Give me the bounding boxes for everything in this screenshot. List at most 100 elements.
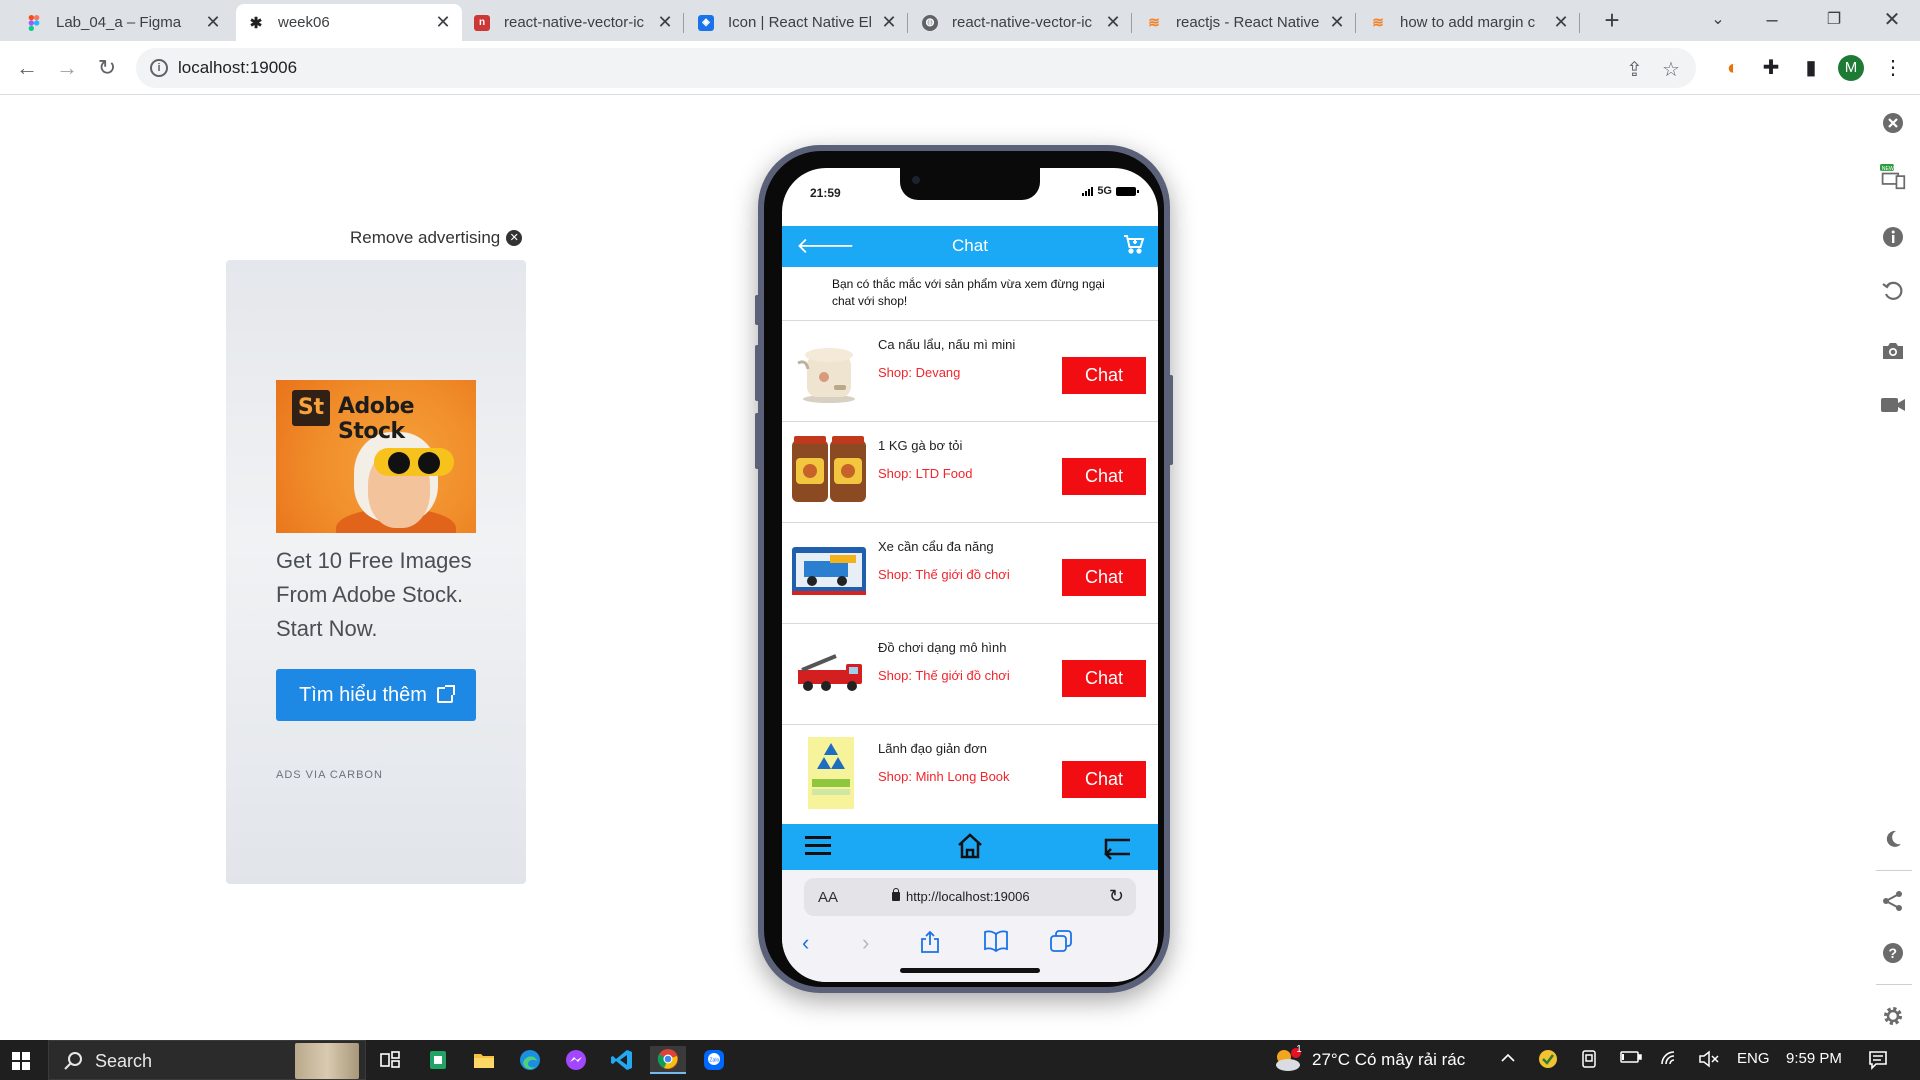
help-icon[interactable]: ? xyxy=(1880,940,1906,966)
tab-week06[interactable]: ✱ week06 ✕ xyxy=(236,4,462,41)
dark-mode-moon-icon[interactable] xyxy=(1880,826,1906,852)
shop-name[interactable]: Shop: LTD Food xyxy=(878,466,972,481)
tab-npm-vector-icons[interactable]: n react-native-vector-ic ✕ xyxy=(462,4,684,41)
zalo-icon[interactable]: Zalo xyxy=(696,1046,732,1074)
extensions-puzzle-icon[interactable]: ✚ xyxy=(1754,51,1788,85)
tab-rne-icon[interactable]: ◈ Icon | React Native El ✕ xyxy=(686,4,908,41)
tab-stackoverflow-reactjs[interactable]: ≋ reactjs - React Native ✕ xyxy=(1134,4,1356,41)
rotate-icon[interactable] xyxy=(1880,278,1906,304)
reader-text-size-button[interactable]: AA xyxy=(818,889,838,906)
chat-button[interactable]: Chat xyxy=(1062,357,1146,394)
chat-button[interactable]: Chat xyxy=(1062,761,1146,798)
language-indicator[interactable]: ENG xyxy=(1737,1050,1770,1067)
product-name: Đồ chơi dạng mô hình xyxy=(878,640,1007,655)
responsive-new-icon[interactable]: NEW xyxy=(1880,164,1906,190)
safari-bookmarks-icon[interactable] xyxy=(984,930,1008,958)
windows-start-icon[interactable] xyxy=(12,1052,30,1070)
profile-avatar[interactable]: M xyxy=(1838,55,1864,81)
safari-tabs-icon[interactable] xyxy=(1050,930,1072,958)
close-tab-icon[interactable]: ✕ xyxy=(204,12,222,33)
safari-back-icon[interactable]: ‹ xyxy=(802,930,809,956)
clock[interactable]: 9:59 PM xyxy=(1786,1050,1842,1067)
tray-chevron-icon[interactable] xyxy=(1500,1050,1516,1067)
ad-text[interactable]: Get 10 Free Images From Adobe Stock. Sta… xyxy=(276,544,496,646)
tab-vector-icons-directory[interactable]: ◍ react-native-vector-ic ✕ xyxy=(910,4,1132,41)
close-tab-icon[interactable]: ✕ xyxy=(880,12,898,33)
new-tab-button[interactable]: + xyxy=(1592,4,1632,36)
vscode-icon[interactable] xyxy=(604,1046,640,1074)
volume-muted-icon[interactable] xyxy=(1698,1050,1720,1072)
safari-reload-icon[interactable]: ↻ xyxy=(1109,886,1124,907)
figma-icon xyxy=(26,14,42,31)
chat-button[interactable]: Chat xyxy=(1062,458,1146,495)
ad-image[interactable]: St Adobe Stock xyxy=(276,380,476,533)
task-view-icon[interactable] xyxy=(372,1046,408,1074)
svg-text:NEW: NEW xyxy=(1882,166,1894,172)
stackoverflow-icon: ≋ xyxy=(1148,14,1160,30)
taskbar-search[interactable]: Search xyxy=(48,1040,366,1080)
sheets-icon[interactable] xyxy=(420,1046,456,1074)
meet-now-icon[interactable] xyxy=(1580,1050,1598,1072)
remove-advertising-link[interactable]: Remove advertising ✕ xyxy=(350,228,523,248)
norton-icon[interactable] xyxy=(1538,1049,1558,1073)
close-panel-icon[interactable] xyxy=(1880,110,1906,136)
minimize-button[interactable]: – xyxy=(1752,4,1792,36)
video-record-icon[interactable] xyxy=(1880,392,1906,418)
safari-forward-icon[interactable]: › xyxy=(862,930,869,956)
messenger-icon[interactable] xyxy=(558,1046,594,1074)
shop-name[interactable]: Shop: Devang xyxy=(878,365,960,380)
fire-truck-image xyxy=(790,636,868,708)
edge-icon[interactable] xyxy=(512,1046,548,1074)
close-window-button[interactable]: ✕ xyxy=(1872,4,1912,36)
settings-gear-icon[interactable] xyxy=(1880,1003,1906,1029)
share-icon[interactable]: ⇪ xyxy=(1626,57,1643,82)
info-icon[interactable] xyxy=(1880,224,1906,250)
cart-icon[interactable] xyxy=(1122,232,1146,261)
svg-text:?: ? xyxy=(1889,945,1898,961)
restore-button[interactable]: ❐ xyxy=(1814,4,1854,36)
safari-toolbar: AA http://localhost:19006 ↻ ‹ › xyxy=(782,870,1158,982)
learn-more-button[interactable]: Tìm hiểu thêm xyxy=(276,669,476,721)
menu-hamburger-icon[interactable] xyxy=(804,832,832,865)
file-explorer-icon[interactable] xyxy=(466,1046,502,1074)
extension-icon[interactable]: ◐ xyxy=(1716,51,1750,85)
rne-icon: ◈ xyxy=(698,14,714,31)
chat-button[interactable]: Chat xyxy=(1062,660,1146,697)
phone-frame: 21:59 5G 🡐 Chat Bạn có thắc mắc với sản … xyxy=(755,145,1173,993)
battery-tray-icon[interactable] xyxy=(1620,1050,1642,1068)
back-button[interactable]: ← xyxy=(10,51,44,85)
chat-button[interactable]: Chat xyxy=(1062,559,1146,596)
site-info-icon[interactable]: i xyxy=(150,59,168,77)
menu-kebab-icon[interactable]: ⋮ xyxy=(1876,51,1910,85)
side-panel-icon[interactable]: ▮ xyxy=(1794,51,1828,85)
shop-name[interactable]: Shop: Thế giới đồ chơi xyxy=(878,567,1010,582)
notification-center-icon[interactable] xyxy=(1868,1050,1888,1074)
ads-via-carbon[interactable]: ADS VIA CARBON xyxy=(276,769,383,781)
camera-icon[interactable] xyxy=(1880,338,1906,364)
search-highlight-image xyxy=(295,1043,359,1079)
close-tab-icon[interactable]: ✕ xyxy=(656,12,674,33)
shop-name[interactable]: Shop: Minh Long Book xyxy=(878,769,1010,784)
address-bar[interactable]: i localhost:19006 ⇪ ☆ xyxy=(136,48,1696,88)
close-tab-icon[interactable]: ✕ xyxy=(434,12,452,33)
reload-button[interactable]: ↻ xyxy=(90,51,124,85)
tab-label: Icon | React Native El xyxy=(728,14,872,31)
safari-address-bar[interactable]: AA http://localhost:19006 ↻ xyxy=(804,878,1136,916)
share-nodes-icon[interactable] xyxy=(1880,888,1906,914)
bookmark-star-icon[interactable]: ☆ xyxy=(1662,57,1680,82)
close-tab-icon[interactable]: ✕ xyxy=(1328,12,1346,33)
safari-share-icon[interactable] xyxy=(920,930,940,960)
wifi-icon[interactable] xyxy=(1660,1050,1682,1072)
phone-screen: 21:59 5G 🡐 Chat Bạn có thắc mắc với sản … xyxy=(782,168,1158,982)
shop-name[interactable]: Shop: Thế giới đồ chơi xyxy=(878,668,1010,683)
tab-stackoverflow-margin[interactable]: ≋ how to add margin c ✕ xyxy=(1358,4,1580,41)
tab-search-icon[interactable]: ⌄ xyxy=(1698,4,1738,36)
weather-text[interactable]: 27°C Có mây rải rác xyxy=(1312,1050,1465,1070)
forward-button[interactable]: → xyxy=(50,51,84,85)
close-tab-icon[interactable]: ✕ xyxy=(1104,12,1122,33)
tab-figma[interactable]: Lab_04_a – Figma ✕ xyxy=(14,4,232,41)
chrome-icon[interactable] xyxy=(650,1046,686,1074)
return-arrow-icon[interactable] xyxy=(1102,832,1132,865)
close-tab-icon[interactable]: ✕ xyxy=(1552,12,1570,33)
home-icon[interactable] xyxy=(956,832,984,865)
